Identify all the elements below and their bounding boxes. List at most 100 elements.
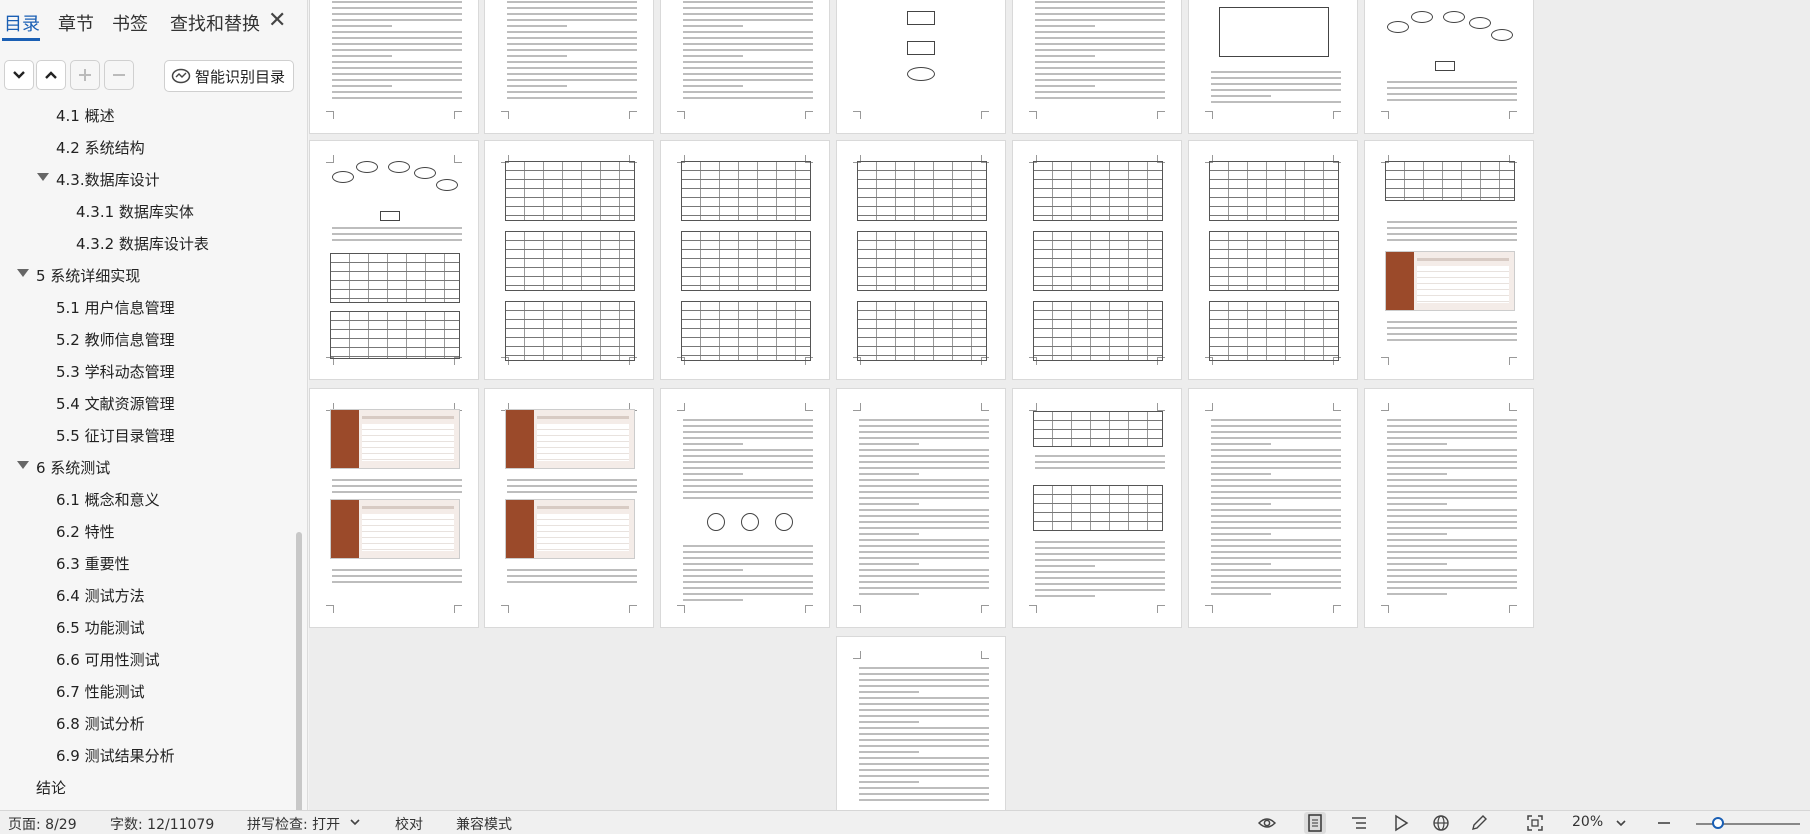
tab-toc[interactable]: 目录	[4, 10, 40, 36]
chevron-down-icon[interactable]	[1616, 818, 1626, 828]
page-view-button[interactable]	[1304, 812, 1326, 834]
page-corner-mark	[454, 111, 462, 119]
text-line	[1211, 473, 1271, 475]
page-thumbnail[interactable]	[1012, 388, 1182, 628]
toc-item-5-1[interactable]: 5.1 用户信息管理	[0, 292, 300, 322]
toc-item-5[interactable]: 5 系统详细实现	[0, 260, 300, 290]
toc-item-5-3[interactable]: 5.3 学科动态管理	[0, 356, 300, 386]
tab-find-replace[interactable]: 查找和替换	[170, 10, 260, 36]
page-thumbnail[interactable]	[660, 0, 830, 134]
text-line	[1211, 485, 1341, 487]
tab-bookmarks[interactable]: 书签	[112, 10, 148, 36]
toc-item-conclusion[interactable]: 结论	[0, 772, 300, 802]
pen-icon[interactable]	[1470, 814, 1488, 832]
toc-item-5-4[interactable]: 5.4 文献资源管理	[0, 388, 300, 418]
page-indicator[interactable]: 页面: 8/29	[8, 814, 77, 834]
add-heading-button[interactable]	[70, 60, 100, 90]
text-line	[1035, 43, 1165, 45]
table-thumbnail	[1209, 161, 1339, 221]
document-pages-area[interactable]	[309, 0, 1810, 810]
page-thumbnail[interactable]	[309, 0, 479, 134]
text-line	[507, 91, 637, 93]
toc-item-6-1[interactable]: 6.1 概念和意义	[0, 484, 300, 514]
play-icon[interactable]	[1392, 814, 1410, 832]
close-icon[interactable]: ✕	[268, 8, 286, 33]
zoom-level[interactable]: 20%	[1572, 814, 1603, 830]
fit-page-icon[interactable]	[1526, 814, 1544, 832]
caret-down-icon[interactable]	[17, 461, 29, 469]
page-thumbnail[interactable]	[484, 0, 654, 134]
toc-item-6-9[interactable]: 6.9 测试结果分析	[0, 740, 300, 770]
page-thumbnail[interactable]	[1364, 388, 1534, 628]
globe-icon[interactable]	[1432, 814, 1450, 832]
toc-scrollbar[interactable]	[296, 532, 302, 810]
caret-down-icon[interactable]	[37, 173, 49, 181]
text-line	[683, 485, 813, 487]
toc-item-4-3-2[interactable]: 4.3.2 数据库设计表	[0, 228, 300, 258]
spell-check-status[interactable]: 拼写检查: 打开	[247, 814, 340, 834]
outline-icon[interactable]	[1350, 814, 1368, 832]
page-thumbnail[interactable]	[836, 388, 1006, 628]
toc-item-6-2[interactable]: 6.2 特性	[0, 516, 300, 546]
text-line	[683, 13, 813, 15]
text-line	[332, 67, 462, 69]
toc-item-label: 4.2 系统结构	[56, 139, 145, 157]
toc-item-5-2[interactable]: 5.2 教师信息管理	[0, 324, 300, 354]
page-thumbnail[interactable]	[836, 0, 1006, 134]
page-thumbnail[interactable]	[309, 388, 479, 628]
text-line	[1387, 239, 1517, 241]
toc-item-6-6[interactable]: 6.6 可用性测试	[0, 644, 300, 674]
page-thumbnail[interactable]	[660, 140, 830, 380]
page-thumbnail[interactable]	[1188, 140, 1358, 380]
tab-chapters[interactable]: 章节	[58, 10, 94, 36]
toc-item-label: 4.3.数据库设计	[56, 171, 160, 189]
text-line	[683, 7, 813, 9]
toc-item-5-5[interactable]: 5.5 征订目录管理	[0, 420, 300, 450]
toc-item-4-1[interactable]: 4.1 概述	[0, 100, 300, 130]
table-thumbnail	[857, 301, 987, 361]
chevron-down-icon[interactable]	[350, 817, 360, 827]
smart-toc-label: 智能识别目录	[195, 67, 286, 86]
page-thumbnail[interactable]	[1364, 140, 1534, 380]
page-thumbnail[interactable]	[836, 636, 1006, 810]
smart-toc-button[interactable]: 智能识别目录	[164, 60, 294, 92]
compat-mode-label[interactable]: 兼容模式	[456, 814, 512, 834]
text-line	[1387, 503, 1447, 505]
text-line	[332, 61, 462, 63]
page-thumbnail[interactable]	[660, 388, 830, 628]
page-thumbnail[interactable]	[1188, 388, 1358, 628]
caret-down-icon[interactable]	[17, 269, 29, 277]
text-line	[332, 25, 392, 27]
text-line	[1035, 595, 1095, 597]
remove-heading-button[interactable]	[104, 60, 134, 90]
eye-icon[interactable]	[1258, 814, 1276, 832]
toc-item-6-5[interactable]: 6.5 功能测试	[0, 612, 300, 642]
text-line	[859, 485, 989, 487]
proofread-button[interactable]: 校对	[395, 814, 423, 834]
page-thumbnail[interactable]	[309, 140, 479, 380]
toc-item-4-3[interactable]: 4.3.数据库设计	[0, 164, 300, 194]
toc-item-6-7[interactable]: 6.7 性能测试	[0, 676, 300, 706]
collapse-button[interactable]	[36, 60, 66, 90]
toc-item-6-3[interactable]: 6.3 重要性	[0, 548, 300, 578]
page-thumbnail[interactable]	[484, 140, 654, 380]
expand-button[interactable]	[4, 60, 34, 90]
page-thumbnail[interactable]	[1188, 0, 1358, 134]
page-thumbnail[interactable]	[1364, 0, 1534, 134]
text-line	[332, 49, 462, 51]
word-count[interactable]: 字数: 12/11079	[110, 814, 214, 834]
page-corner-mark	[853, 605, 861, 613]
zoom-slider-thumb[interactable]	[1712, 817, 1724, 829]
zoom-out-icon[interactable]	[1656, 815, 1672, 831]
toc-item-4-3-1[interactable]: 4.3.1 数据库实体	[0, 196, 300, 226]
text-line	[683, 55, 743, 57]
page-thumbnail[interactable]	[1012, 140, 1182, 380]
toc-item-6-4[interactable]: 6.4 测试方法	[0, 580, 300, 610]
toc-item-6[interactable]: 6 系统测试	[0, 452, 300, 482]
screenshot-sidebar	[1386, 252, 1415, 310]
toc-item-4-2[interactable]: 4.2 系统结构	[0, 132, 300, 162]
page-thumbnail[interactable]	[1012, 0, 1182, 134]
page-thumbnail[interactable]	[484, 388, 654, 628]
page-thumbnail[interactable]	[836, 140, 1006, 380]
toc-item-6-8[interactable]: 6.8 测试分析	[0, 708, 300, 738]
